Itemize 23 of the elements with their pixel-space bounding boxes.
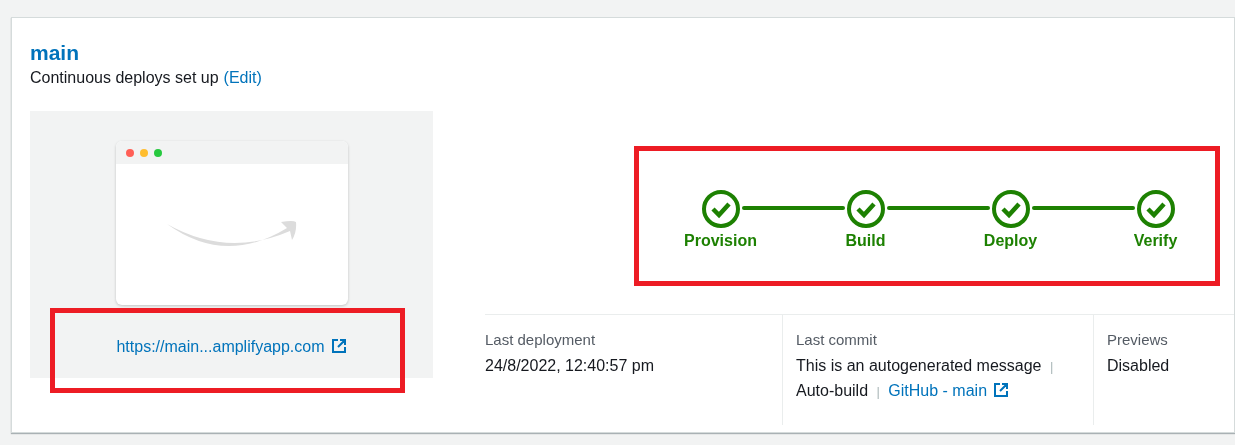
branch-title: main <box>30 40 79 66</box>
field-label: Last commit <box>796 331 877 348</box>
external-link-icon <box>993 382 1010 398</box>
field-value: 24/8/2022, 12:40:57 pm <box>485 357 655 375</box>
step-label: Verify <box>1133 231 1178 251</box>
field-value: Disabled <box>1107 357 1170 375</box>
separator: | <box>1049 359 1054 374</box>
window-control-dot <box>125 148 134 157</box>
step-label: Deploy <box>983 231 1038 251</box>
app-url-link[interactable]: https://main...amplifyapp.com <box>116 338 347 356</box>
step-label: Provision <box>684 231 757 251</box>
edit-link[interactable]: (Edit) <box>223 68 262 88</box>
step-label: Build <box>845 231 886 251</box>
repo-link[interactable]: GitHub - main <box>888 382 1010 399</box>
external-link-icon <box>330 338 347 354</box>
window-control-dot <box>139 148 148 157</box>
deploy-status-text: Continuous deploys set up <box>30 68 219 88</box>
window-control-dot <box>153 148 162 157</box>
field-label: Previews <box>1107 331 1168 348</box>
separator: | <box>876 384 880 399</box>
commit-text: This is an autogenerated message <box>796 357 1042 374</box>
commit-text: Auto-build <box>796 382 869 399</box>
field-label: Last deployment <box>485 331 596 348</box>
